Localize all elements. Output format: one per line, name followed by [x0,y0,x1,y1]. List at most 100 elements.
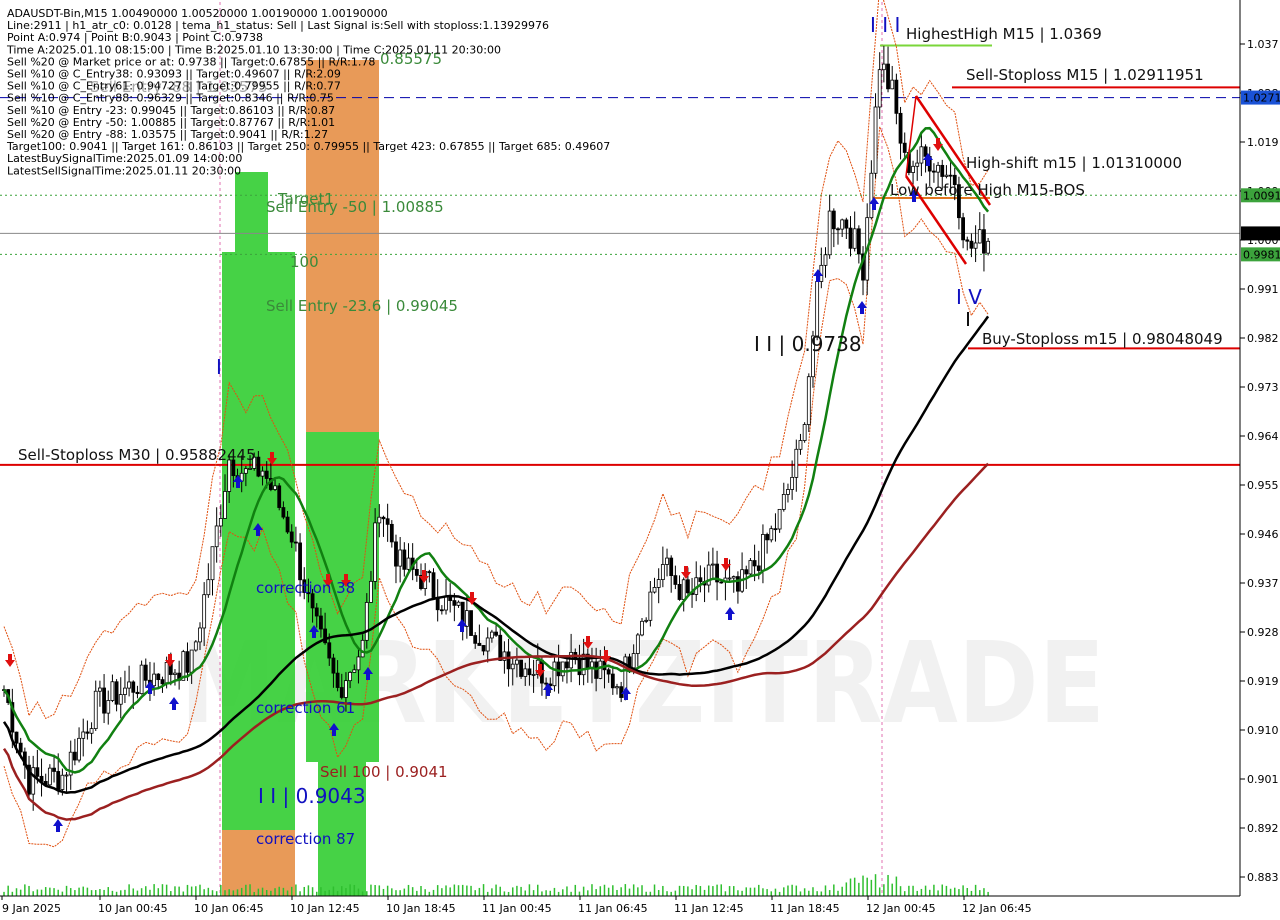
highest-high-label: HighestHigh M15 | 1.0369 [906,25,1102,43]
candle-body [681,579,686,600]
sell-arrow-icon [933,138,943,151]
candle-body [911,165,915,173]
candle-body [281,507,286,518]
candle-body [761,534,765,571]
candle-body [364,602,369,641]
candle-body [131,681,136,693]
candle-body [327,642,332,659]
candle-body [506,651,511,670]
candle-body [285,516,290,533]
correction-61-label: correction 61 [256,699,355,717]
candle-body [373,522,378,582]
candle-body [727,577,732,580]
candle-body [243,468,248,474]
candle-body [406,557,411,570]
candle-body [452,600,457,606]
x-tick-label: 11 Jan 12:45 [674,902,744,915]
candle-body [139,664,144,695]
x-tick-label: 10 Jan 00:45 [98,902,168,915]
candle-body [919,146,924,164]
info-line: ADAUSDT-Bin,M15 1.00490000 1.00520000 1.… [7,7,388,20]
candle-body [352,669,357,673]
candle-body [798,440,803,450]
candle-body [827,210,832,256]
candle-body [531,673,536,676]
candle-body [969,240,974,249]
candle-body [765,534,770,541]
candle-body [615,686,619,689]
candle-body [965,239,970,242]
candle-body [89,728,94,734]
hundred-label: 100 [290,253,319,271]
info-line: Sell %10 @ C_Entry61: 0.94727 || Target:… [7,80,341,93]
sell-entry-236-label: Sell Entry -23.6 | 0.99045 [266,297,458,315]
candle-body [72,751,77,761]
candle-body [469,610,473,636]
candle-body [656,579,661,588]
candle-body [852,228,857,249]
price-tag-text: 1.0019 [1243,227,1280,240]
candle-body [293,541,298,544]
candle-body [510,663,515,670]
candle-body [389,523,394,543]
candle-body [185,651,190,673]
candle-body [477,642,482,646]
candle-body [344,680,348,698]
sell-stoploss-m15-label: Sell-Stoploss M15 | 1.02911951 [966,66,1204,84]
candle-body [473,635,478,644]
y-tick-label: 0.901 [1247,773,1279,786]
candle-body [544,682,548,685]
candle-body [781,494,786,510]
x-tick-label: 11 Jan 18:45 [770,902,840,915]
candle-body [431,572,436,598]
candle-body [377,516,382,524]
signal-zone-5 [318,762,366,896]
info-line: Sell %20 @ Entry -88: 1.03575 || Target:… [7,128,328,141]
y-tick-label: 0.964 [1247,430,1279,443]
candle-body [736,576,740,592]
candle-body [381,516,386,520]
candle-body [823,254,828,266]
candle-body [356,656,361,671]
candle-body [848,227,853,249]
candle-body [110,681,115,701]
x-tick-label: 10 Jan 06:45 [194,902,264,915]
buy-arrow-icon [53,819,63,832]
candle-body [202,594,207,629]
price-tag-text: 1.0091 [1243,189,1280,202]
candle-body [218,518,223,527]
candle-body [635,634,640,654]
candle-body [273,485,277,490]
candle-body [873,106,878,174]
candle-body [552,661,557,687]
y-tick-label: 0.955 [1247,479,1279,492]
candle-body [932,170,936,173]
x-tick-label: 12 Jan 00:45 [866,902,936,915]
candle-body [256,456,261,477]
signal-zone-1 [222,252,295,830]
candle-body [665,557,669,565]
wave-i-label: I [216,355,222,379]
candle-body [890,79,895,90]
y-tick-label: 0.982 [1247,332,1279,345]
candle-body [298,542,302,581]
candle-body [52,767,56,772]
price-tag-text: 1.0271 [1243,92,1280,105]
candle-body [777,508,782,530]
candle-body [348,671,353,682]
x-tick-label: 11 Jan 00:45 [482,902,552,915]
y-tick-label: 0.892 [1247,822,1279,835]
candle-body [944,174,949,177]
candle-body [47,767,52,786]
candle-body [114,681,119,705]
candle-body [652,587,657,593]
candle-body [769,528,774,541]
candle-body [260,470,265,477]
candle-body [685,579,690,594]
candle-body [756,565,761,571]
candle-body [744,569,749,575]
y-tick-label: 0.991 [1247,283,1279,296]
x-tick-label: 10 Jan 12:45 [290,902,360,915]
y-tick-label: 0.919 [1247,675,1279,688]
candle-body [894,79,899,114]
